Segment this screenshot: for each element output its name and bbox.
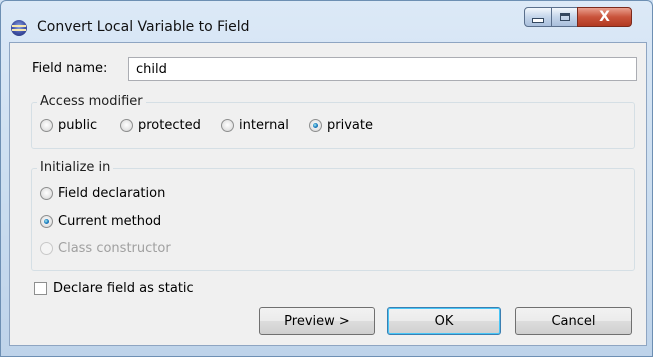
radio-class-constructor: Class constructor xyxy=(40,241,171,256)
radio-button xyxy=(120,119,133,132)
radio-button xyxy=(40,242,53,255)
maximize-button[interactable] xyxy=(551,7,578,27)
cancel-button[interactable]: Cancel xyxy=(515,307,632,335)
ok-button[interactable]: OK xyxy=(387,307,501,335)
dialog-window: Convert Local Variable to Field X Field … xyxy=(0,0,653,357)
eclipse-icon xyxy=(11,20,27,36)
radio-private[interactable]: private xyxy=(309,118,373,133)
checkbox-label: Declare field as static xyxy=(53,281,194,296)
field-name-label: Field name: xyxy=(32,61,108,76)
radio-button xyxy=(40,119,53,132)
radio-button-selected xyxy=(309,119,322,132)
dialog-body: Field name: Access modifier public prote… xyxy=(9,42,647,346)
radio-button-selected xyxy=(40,215,53,228)
radio-field-declaration[interactable]: Field declaration xyxy=(40,186,165,201)
title-bar[interactable]: Convert Local Variable to Field X xyxy=(1,1,652,41)
radio-protected[interactable]: protected xyxy=(120,118,201,133)
radio-button xyxy=(221,119,234,132)
radio-label: Class constructor xyxy=(58,241,171,256)
initialize-in-group: Initialize in Field declaration Current … xyxy=(31,160,635,271)
radio-internal[interactable]: internal xyxy=(221,118,289,133)
access-modifier-title: Access modifier xyxy=(37,94,146,109)
radio-label: Field declaration xyxy=(58,186,166,201)
close-button[interactable]: X xyxy=(577,7,632,27)
access-modifier-group: Access modifier public protected interna… xyxy=(31,94,635,149)
caption-buttons: X xyxy=(524,7,644,29)
radio-label: internal xyxy=(239,118,289,133)
radio-label: Current method xyxy=(58,214,162,229)
checkbox-box xyxy=(34,282,47,295)
initialize-in-title: Initialize in xyxy=(37,160,114,175)
declare-static-checkbox[interactable]: Declare field as static xyxy=(34,281,194,296)
radio-label: private xyxy=(327,118,373,133)
field-name-input[interactable] xyxy=(128,57,637,81)
minimize-icon xyxy=(532,17,544,23)
preview-button[interactable]: Preview > xyxy=(259,307,375,335)
radio-label: public xyxy=(58,118,98,133)
minimize-button[interactable] xyxy=(524,7,552,27)
radio-public[interactable]: public xyxy=(40,118,97,133)
close-icon: X xyxy=(599,9,610,25)
radio-button xyxy=(40,187,53,200)
maximize-icon xyxy=(559,13,570,21)
radio-current-method[interactable]: Current method xyxy=(40,214,161,229)
radio-label: protected xyxy=(138,118,201,133)
window-title: Convert Local Variable to Field xyxy=(37,19,250,35)
